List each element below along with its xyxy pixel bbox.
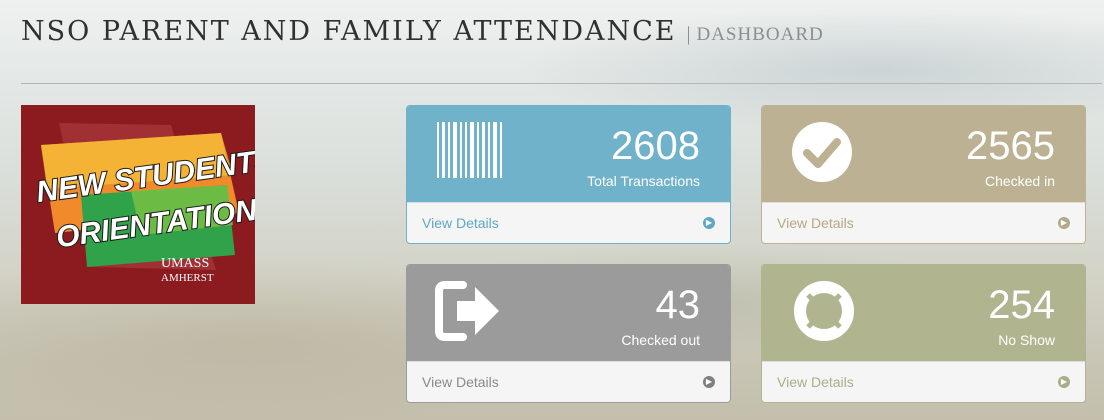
panel-value: 43	[655, 283, 701, 327]
panel-header: 43 Checked out	[407, 265, 730, 361]
view-details-label: View Details	[777, 374, 854, 390]
panel-value: 2608	[611, 124, 700, 168]
view-details-link[interactable]: View Details ▶	[407, 202, 730, 243]
view-details-link[interactable]: View Details ▶	[762, 202, 1085, 243]
view-details-link[interactable]: View Details ▶	[762, 361, 1085, 402]
panel-label: Checked out	[621, 332, 700, 348]
page-title: NSO PARENT AND FAMILY ATTENDANCE	[21, 16, 677, 47]
check-circle-icon	[792, 122, 852, 182]
sign-out-icon	[435, 281, 499, 341]
panel-value: 254	[988, 283, 1055, 327]
checked-out-panel: 43 Checked out View Details ▶	[406, 264, 731, 403]
view-details-label: View Details	[422, 374, 499, 390]
view-details-label: View Details	[422, 215, 499, 231]
arrow-circle-right-icon: ▶	[1058, 376, 1070, 388]
arrow-circle-right-icon: ▶	[703, 376, 715, 388]
barcode-icon	[437, 122, 502, 178]
life-ring-icon	[794, 281, 854, 341]
orientation-logo-graphic: NEW STUDENTS ORIENTATION UMASS AMHERST	[21, 105, 255, 304]
svg-text:UMASS: UMASS	[161, 256, 209, 271]
arrow-circle-right-icon: ▶	[703, 217, 715, 229]
panel-header: 2565 Checked in	[762, 106, 1085, 202]
view-details-link[interactable]: View Details ▶	[407, 361, 730, 402]
checked-in-panel: 2565 Checked in View Details ▶	[761, 105, 1086, 244]
page-subtitle: DASHBOARD	[696, 24, 824, 45]
panel-label: Checked in	[984, 173, 1055, 189]
panel-header: 2608 Total Transactions	[407, 106, 730, 202]
title-separator: |	[686, 23, 691, 45]
svg-text:AMHERST: AMHERST	[161, 272, 214, 284]
orientation-logo: NEW STUDENTS ORIENTATION UMASS AMHERST	[21, 105, 255, 304]
total-transactions-panel: 2608 Total Transactions View Details ▶	[406, 105, 731, 244]
no-show-panel: 254 No Show View Details ▶	[761, 264, 1086, 403]
panel-label: No Show	[998, 332, 1055, 348]
panel-header: 254 No Show	[762, 265, 1085, 361]
view-details-label: View Details	[777, 215, 854, 231]
header-divider	[21, 83, 1102, 84]
panel-value: 2565	[966, 124, 1055, 168]
panel-label: Total Transactions	[587, 173, 700, 189]
page-header: NSO PARENT AND FAMILY ATTENDANCE | DASHB…	[21, 16, 1104, 56]
arrow-circle-right-icon: ▶	[1058, 217, 1070, 229]
